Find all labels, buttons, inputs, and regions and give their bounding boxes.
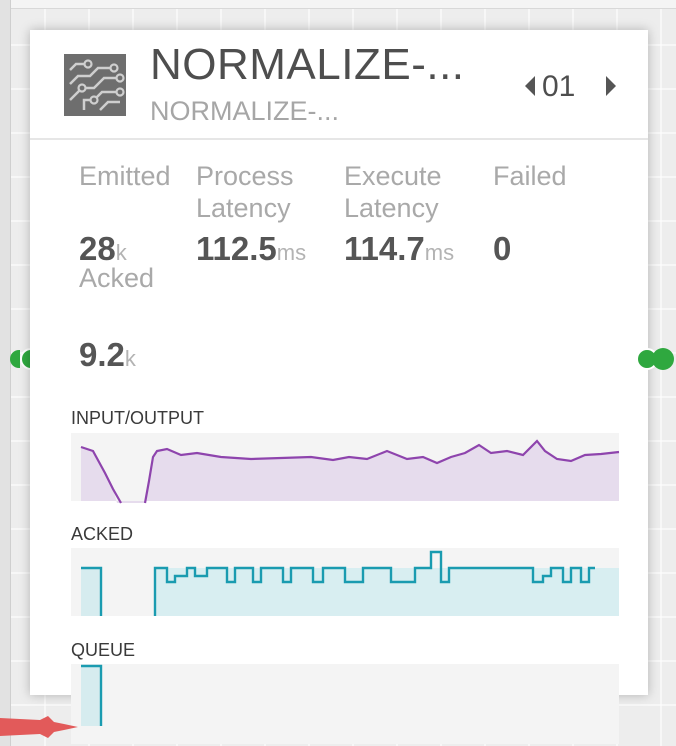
acked-value: 9.2k [79,336,136,374]
acked-number: 9.2 [79,336,125,373]
acked-unit: k [124,346,136,371]
emitted-label: Emitted [79,161,171,191]
process-latency-label-line1: Process [196,161,294,191]
failed-value: 0 [493,230,512,267]
topology-node-card[interactable]: NORMALIZE-... NORMALIZE-... 01 Emitted P… [30,30,648,744]
acked-sparkline [71,548,619,616]
execute-latency-unit: ms [424,240,455,265]
input-output-label: INPUT/OUTPUT [71,408,204,428]
circuit-board-icon [64,54,126,116]
execute-latency-label: Execute Latency [344,160,442,224]
queue-chart [81,664,103,726]
process-latency-value: 112.5ms [196,230,306,268]
execute-latency-label-line2: Latency [344,193,439,223]
queue-label: QUEUE [71,640,136,660]
node-header: NORMALIZE-... NORMALIZE-... 01 [30,30,648,140]
process-latency-unit: ms [276,240,307,265]
process-latency-label: Process Latency [196,160,294,224]
input-port-outer [10,350,20,368]
canvas-top-edge [0,0,676,9]
execute-latency-value: 114.7ms [344,230,454,268]
acked-chart [81,550,619,616]
process-latency-label-line2: Latency [196,193,291,223]
acked-label: Acked [79,263,155,293]
input-output-chart [80,439,620,504]
node-title: NORMALIZE-... [150,40,465,89]
output-port-secondary [652,348,674,370]
node-subtitle: NORMALIZE-... [150,96,340,126]
failed-label: Failed [493,161,567,191]
process-latency-number: 112.5 [196,230,277,267]
queue-sparkline [71,664,619,744]
previous-instance-icon[interactable] [523,74,537,98]
execute-latency-number: 114.7 [344,230,425,267]
incoming-edge-arrow[interactable] [0,708,80,746]
instance-number: 01 [542,70,576,103]
execute-latency-label-line1: Execute [344,161,442,191]
input-output-sparkline [71,433,620,504]
canvas-left-edge [0,0,11,746]
next-instance-icon[interactable] [604,74,618,98]
acked-sparkline-label: ACKED [71,524,134,544]
